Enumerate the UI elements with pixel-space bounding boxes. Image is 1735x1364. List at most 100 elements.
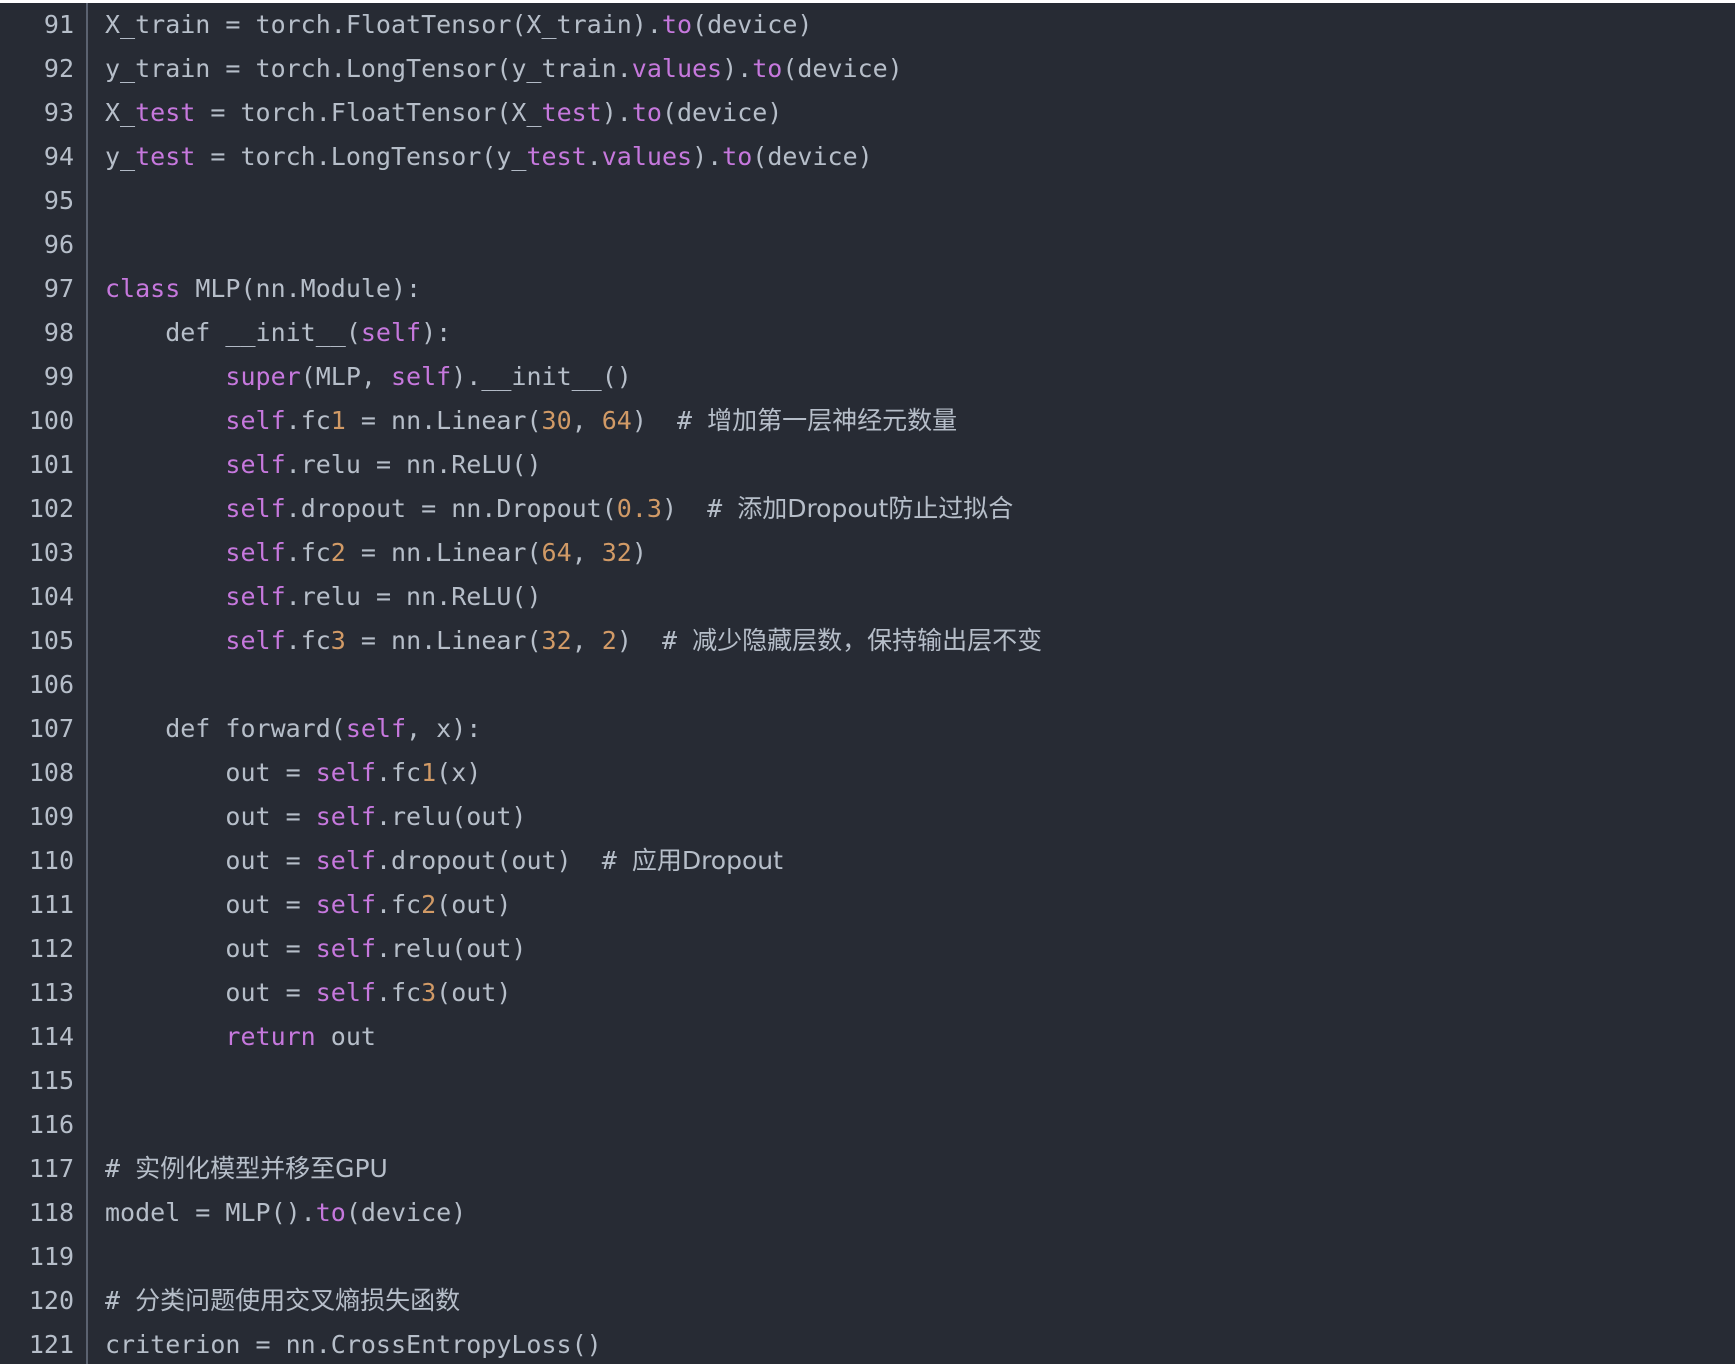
line-number: 118 bbox=[28, 1198, 74, 1227]
code-line[interactable]: 120 # 分类问题使用交叉熵损失函数 bbox=[0, 1279, 1735, 1323]
code-text[interactable]: # 实例化模型并移至GPU bbox=[74, 1147, 388, 1191]
code-token: (MLP, bbox=[300, 362, 391, 391]
code-text[interactable] bbox=[74, 1103, 105, 1147]
code-text[interactable]: class MLP(nn.Module): bbox=[74, 267, 421, 311]
code-line[interactable]: 118 model = MLP(). to (device) bbox=[0, 1191, 1735, 1235]
keyword-token: class bbox=[105, 274, 181, 303]
code-line[interactable]: 98 def __init__(self): bbox=[0, 311, 1735, 355]
code-token: = nn.Linear( bbox=[345, 538, 542, 567]
code-text[interactable]: y_ test = torch.LongTensor(y_ test. values)… bbox=[74, 135, 873, 179]
code-text[interactable] bbox=[74, 1059, 105, 1103]
code-token: = torch.FloatTensor(X_ bbox=[195, 98, 542, 127]
code-token: out = bbox=[105, 934, 316, 963]
code-line[interactable]: 114 return out bbox=[0, 1015, 1735, 1059]
keyword-token: self bbox=[225, 450, 286, 479]
code-line[interactable]: 94 y_ test = torch.LongTensor(y_ test. value… bbox=[0, 135, 1735, 179]
line-number: 115 bbox=[28, 1066, 74, 1095]
code-text[interactable]: self .fc 2 = nn.Linear(64, 32) bbox=[74, 531, 647, 575]
code-token: out = bbox=[105, 802, 316, 831]
code-text[interactable]: self .dropout = nn.Dropout(0.3) # 添加Dropo… bbox=[74, 487, 1013, 531]
code-line[interactable]: 110 out = self .dropout(out) # 应用Dropout bbox=[0, 839, 1735, 883]
code-token: .fc bbox=[375, 978, 422, 1007]
code-text[interactable]: self .relu = nn.ReLU() bbox=[74, 443, 541, 487]
code-line[interactable]: 103 self .fc 2 = nn.Linear(64, 32) bbox=[0, 531, 1735, 575]
code-line[interactable]: 106 bbox=[0, 663, 1735, 707]
keyword-token: self bbox=[315, 890, 376, 919]
line-number: 104 bbox=[28, 582, 74, 611]
code-line[interactable]: 104 self .relu = nn.ReLU() bbox=[0, 575, 1735, 619]
code-text[interactable]: self .fc 3 = nn.Linear(32, 2) # 减少隐藏层数，保持输… bbox=[74, 619, 1042, 663]
code-line[interactable]: 102 self .dropout = nn.Dropout(0.3) # 添加D… bbox=[0, 487, 1735, 531]
code-line[interactable]: 92 y_train = torch.LongTensor(y_train. val… bbox=[0, 47, 1735, 91]
code-text[interactable] bbox=[74, 179, 105, 223]
code-token: ) # bbox=[631, 406, 708, 435]
code-text[interactable] bbox=[74, 223, 105, 267]
code-line[interactable]: 111 out = self .fc 2 (out) bbox=[0, 883, 1735, 927]
code-text[interactable]: criterion = nn.CrossEntropyLoss() bbox=[74, 1323, 602, 1364]
code-token: .fc bbox=[375, 758, 422, 787]
code-token: ). bbox=[601, 98, 632, 127]
code-token: out = bbox=[105, 846, 316, 875]
code-line[interactable]: 99 super (MLP, self).__init__() bbox=[0, 355, 1735, 399]
comment-text: 增加第一层神经元数量 bbox=[707, 406, 958, 435]
code-text[interactable]: out = self .fc 3 (out) bbox=[74, 971, 511, 1015]
code-line[interactable]: 112 out = self .relu(out) bbox=[0, 927, 1735, 971]
line-number: 108 bbox=[28, 758, 74, 787]
number-token: 2 bbox=[421, 890, 437, 919]
code-text[interactable]: model = MLP(). to (device) bbox=[74, 1191, 466, 1235]
code-token: , bbox=[571, 538, 602, 567]
line-number: 110 bbox=[28, 846, 74, 875]
keyword-token: self bbox=[225, 626, 286, 655]
code-line[interactable]: 117 # 实例化模型并移至GPU bbox=[0, 1147, 1735, 1191]
code-line[interactable]: 101 self .relu = nn.ReLU() bbox=[0, 443, 1735, 487]
line-number: 113 bbox=[28, 978, 74, 1007]
code-line[interactable]: 121 criterion = nn.CrossEntropyLoss() bbox=[0, 1323, 1735, 1364]
code-token: ): bbox=[421, 318, 452, 347]
code-text[interactable]: X_train = torch.FloatTensor(X_train). to(… bbox=[74, 3, 812, 47]
code-token: .fc bbox=[285, 626, 331, 655]
code-line[interactable]: 97 class MLP(nn.Module): bbox=[0, 267, 1735, 311]
keyword-token: values bbox=[601, 142, 693, 171]
code-text[interactable]: return out bbox=[74, 1015, 376, 1059]
comment-text: 实例化模型并移至GPU bbox=[135, 1154, 388, 1183]
code-line[interactable]: 95 bbox=[0, 179, 1735, 223]
code-text[interactable]: def __init__(self): bbox=[74, 311, 451, 355]
code-line[interactable]: 107 def forward(self, x): bbox=[0, 707, 1735, 751]
code-token: .fc bbox=[285, 406, 331, 435]
code-line[interactable]: 109 out = self .relu(out) bbox=[0, 795, 1735, 839]
code-editor[interactable]: 91 X_train = torch.FloatTensor(X_train). t… bbox=[0, 3, 1735, 1364]
code-text[interactable]: out = self .fc 1 (x) bbox=[74, 751, 481, 795]
code-text[interactable] bbox=[74, 1235, 105, 1279]
code-text[interactable] bbox=[74, 663, 105, 707]
line-number: 102 bbox=[28, 494, 74, 523]
code-line[interactable]: 113 out = self .fc 3 (out) bbox=[0, 971, 1735, 1015]
code-line[interactable]: 91 X_train = torch.FloatTensor(X_train). t… bbox=[0, 3, 1735, 47]
code-token: , bbox=[571, 406, 602, 435]
code-text[interactable]: def forward(self, x): bbox=[74, 707, 481, 751]
keyword-token: return bbox=[225, 1022, 316, 1051]
code-line[interactable]: 116 bbox=[0, 1103, 1735, 1147]
code-text[interactable]: # 分类问题使用交叉熵损失函数 bbox=[74, 1279, 460, 1323]
code-text[interactable]: X_ test = torch.FloatTensor(X_ test). to (de… bbox=[74, 91, 782, 135]
code-line[interactable]: 105 self .fc 3 = nn.Linear(32, 2) # 减少隐藏层数… bbox=[0, 619, 1735, 663]
code-text[interactable]: out = self .dropout(out) # 应用Dropout bbox=[74, 839, 783, 883]
code-line[interactable]: 100 self .fc 1 = nn.Linear(30, 64) # 增加第一层… bbox=[0, 399, 1735, 443]
line-number: 97 bbox=[43, 274, 74, 303]
number-token: 30 bbox=[541, 406, 572, 435]
comment-text: 应用Dropout bbox=[631, 846, 783, 875]
code-text[interactable]: y_train = torch.LongTensor(y_train. value… bbox=[74, 47, 903, 91]
code-line[interactable]: 108 out = self .fc 1 (x) bbox=[0, 751, 1735, 795]
code-text[interactable]: out = self .relu(out) bbox=[74, 927, 526, 971]
code-line[interactable]: 96 bbox=[0, 223, 1735, 267]
code-line[interactable]: 115 bbox=[0, 1059, 1735, 1103]
code-text[interactable]: self .fc 1 = nn.Linear(30, 64) # 增加第一层神经元数… bbox=[74, 399, 957, 443]
code-text[interactable]: out = self .fc 2 (out) bbox=[74, 883, 511, 927]
code-line[interactable]: 119 bbox=[0, 1235, 1735, 1279]
number-token: 64 bbox=[601, 406, 632, 435]
keyword-token: self bbox=[315, 802, 376, 831]
code-text[interactable]: self .relu = nn.ReLU() bbox=[74, 575, 541, 619]
code-text[interactable]: super (MLP, self).__init__() bbox=[74, 355, 631, 399]
code-line[interactable]: 93 X_ test = torch.FloatTensor(X_ test). to(… bbox=[0, 91, 1735, 135]
line-number: 91 bbox=[43, 10, 74, 39]
code-text[interactable]: out = self .relu(out) bbox=[74, 795, 526, 839]
